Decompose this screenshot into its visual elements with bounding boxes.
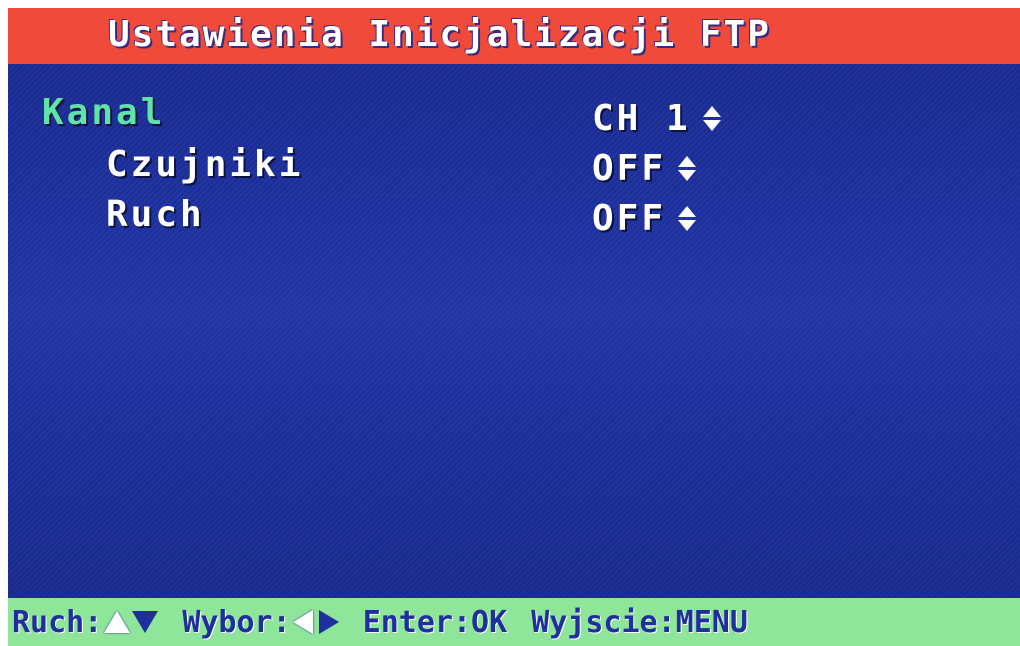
up-down-arrow-icon bbox=[678, 206, 697, 232]
menu-item-ruch-label[interactable]: Ruch bbox=[106, 194, 205, 235]
footer-help-bar: Ruch: Wybor: Enter:OK Wyjscie:MENU bbox=[8, 598, 1020, 646]
menu-item-czujniki-value[interactable]: OFF bbox=[592, 148, 697, 189]
footer-enter-hint: Enter:OK bbox=[362, 604, 508, 640]
footer-select-hint: Wybor: bbox=[182, 604, 339, 640]
up-down-arrow-icon bbox=[678, 156, 697, 182]
menu-item-czujniki-label[interactable]: Czujniki bbox=[106, 144, 303, 185]
czujniki-value-text: OFF bbox=[592, 148, 667, 189]
menu-item-kanal-label[interactable]: Kanal bbox=[42, 92, 165, 133]
menu-item-ruch-value[interactable]: OFF bbox=[592, 198, 697, 239]
triangle-right-icon bbox=[318, 610, 339, 634]
title-bar: Ustawienia Inicjalizacji FTP bbox=[8, 8, 1020, 64]
up-down-arrow-icon bbox=[702, 106, 721, 132]
triangle-up-icon bbox=[104, 611, 131, 633]
footer-select-label: Wybor: bbox=[182, 604, 291, 640]
kanal-value-text: CH 1 bbox=[592, 98, 691, 139]
menu-item-kanal-value[interactable]: CH 1 bbox=[592, 98, 721, 139]
footer-move-hint: Ruch: bbox=[12, 604, 159, 640]
footer-move-label: Ruch: bbox=[12, 604, 103, 640]
footer-exit-hint: Wyjscie:MENU bbox=[531, 604, 748, 640]
triangle-down-icon bbox=[132, 611, 159, 633]
triangle-left-icon bbox=[292, 610, 313, 634]
osd-screen: Ustawienia Inicjalizacji FTP Kanal CH 1 … bbox=[8, 8, 1020, 646]
ruch-value-text: OFF bbox=[592, 198, 667, 239]
page-title: Ustawienia Inicjalizacji FTP bbox=[108, 14, 771, 55]
